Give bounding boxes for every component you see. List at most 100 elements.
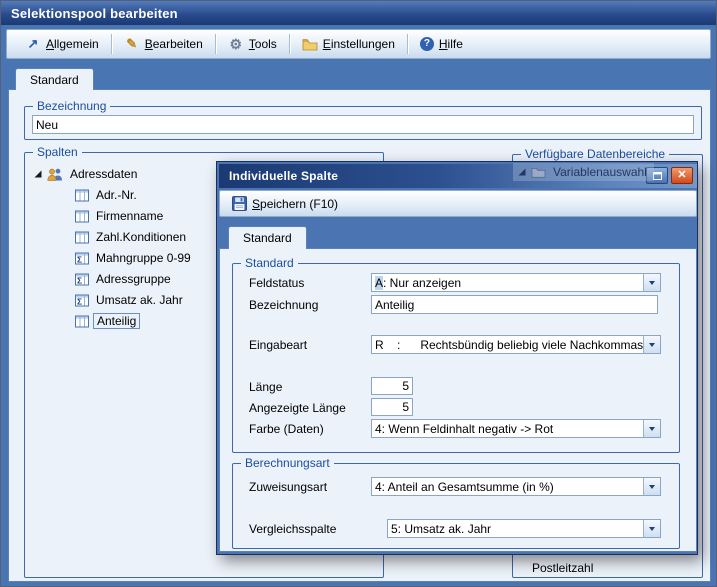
main-toolbar: ↗ Allgemein ✎ Bearbeiten ⚙ Tools Einstel… [6,29,711,59]
svg-text:Σ: Σ [77,275,82,285]
farbe-value: 4: Wenn Feldinhalt negativ -> Rot [372,420,643,437]
tree-item[interactable]: Σ Mahngruppe 0-99 [75,249,194,267]
svg-text:Σ: Σ [77,296,82,306]
zuweisungsart-label: Zuweisungsart [249,480,327,494]
chevron-down-icon [649,281,655,285]
toolbar-button-tools[interactable]: ⚙ Tools [220,33,285,56]
tree-item-label: Zahl.Konditionen [93,230,189,244]
dialog-toolbar: Speichern (F10) [219,190,697,217]
vergleichsspalte-select[interactable]: 5: Umsatz ak. Jahr [387,519,661,538]
angezeigte-laenge-label: Angezeigte Länge [249,401,346,415]
arrow-up-right-icon: ↗ [25,36,41,52]
farbe-label: Farbe (Daten) [249,422,324,436]
feldstatus-select[interactable]: A: Nur anzeigen [371,273,661,292]
table-sum-icon: Σ [75,252,89,265]
tree-item-label: Anteilig [93,313,140,329]
group-label: Bezeichnung [33,99,110,114]
tree-item-label: Postleitzahl [529,561,596,575]
zuweisungsart-value: 4: Anteil an Gesamtsumme (in %) [372,478,643,495]
tree-item[interactable]: Σ Adressgruppe [75,270,174,288]
tree-item[interactable]: Adr.-Nr. [75,186,140,204]
table-sum-icon: Σ [75,273,89,286]
window-titlebar: Selektionspool bearbeiten [1,1,716,25]
tree-root-adressdaten[interactable]: Adressdaten [33,165,140,183]
dropdown-button[interactable] [643,520,660,537]
window-icon [653,172,662,180]
tree-root-variablenauswahl[interactable]: Variablenauswahl [513,163,654,181]
bezeichnung-input[interactable] [371,295,658,314]
tab-label: Standard [243,231,292,245]
angezeigte-laenge-input[interactable] [371,398,413,416]
laenge-input[interactable] [371,377,413,395]
gear-icon: ⚙ [228,36,244,53]
tree-item[interactable]: Zahl.Konditionen [75,228,189,246]
feldstatus-label: Feldstatus [249,276,304,290]
tree-item-selected[interactable]: Anteilig [75,312,140,330]
expander-icon [517,167,527,177]
contacts-icon [47,168,63,181]
chevron-down-icon [649,427,655,431]
expander-icon[interactable] [33,169,43,179]
tree-item[interactable]: Σ Umsatz ak. Jahr [75,291,186,309]
save-button-label: Speichern (F10) [252,197,338,211]
toolbar-button-hilfe[interactable]: ? Hilfe [412,34,471,54]
table-icon [75,315,89,328]
dialog-individuelle-spalte: Individuelle Spalte ✕ [216,161,698,555]
name-input[interactable] [32,115,694,134]
tree-item-label: Mahngruppe 0-99 [93,251,194,265]
close-icon: ✕ [677,168,686,183]
toolbar-button-allgemein[interactable]: ↗ Allgemein [17,33,107,55]
toolbar-separator [215,34,216,54]
tree-item[interactable]: Firmenname [75,207,166,225]
group-label: Berechnungsart [241,456,334,471]
chevron-down-icon [649,527,655,531]
dialog-title: Individuelle Spalte [229,169,338,183]
tree-item-label: Adressgruppe [93,272,174,286]
save-button[interactable]: Speichern (F10) [224,193,346,214]
toolbar-separator [111,34,112,54]
help-icon: ? [420,37,434,51]
toolbar-button-label: Allgemein [46,37,99,51]
close-button[interactable]: ✕ [671,167,693,184]
tree-item-label: Firmenname [93,209,166,223]
eingabeart-value: R : Rechtsbündig beliebig viele Nachkomm… [372,336,643,353]
bezeichnung-label: Bezeichnung [249,298,318,312]
feldstatus-value: A: Nur anzeigen [372,274,643,291]
tab-standard-main[interactable]: Standard [15,68,94,90]
eingabeart-label: Eingabeart [249,338,307,352]
standard-group: Standard Feldstatus A: Nur anzeigen Beze… [232,263,680,453]
toolbar-button-label: Einstellungen [323,37,395,51]
group-label: Standard [241,256,298,271]
eingabeart-select[interactable]: R : Rechtsbündig beliebig viele Nachkomm… [371,335,661,354]
farbe-select[interactable]: 4: Wenn Feldinhalt negativ -> Rot [371,419,661,438]
save-floppy-icon [232,196,247,211]
vergleichsspalte-value: 5: Umsatz ak. Jahr [388,520,643,537]
tree-root-label: Adressdaten [67,167,140,181]
table-sum-icon: Σ [75,294,89,307]
chevron-down-icon [649,343,655,347]
dialog-panel: Standard Feldstatus A: Nur anzeigen Beze… [219,248,697,552]
toolbar-button-bearbeiten[interactable]: ✎ Bearbeiten [116,33,211,55]
toolbar-button-einstellungen[interactable]: Einstellungen [294,34,403,54]
vergleichsspalte-label: Vergleichsspalte [249,522,336,536]
tree-item-label: Umsatz ak. Jahr [93,293,186,307]
zuweisungsart-select[interactable]: 4: Anteil an Gesamtsumme (in %) [371,477,661,496]
tree-item-postleitzahl[interactable]: Postleitzahl [529,559,596,577]
toolbar-button-label: Tools [249,37,277,51]
tab-label: Standard [30,73,79,87]
dropdown-button[interactable] [643,274,660,291]
tree-item-label: Adr.-Nr. [93,188,140,202]
svg-text:Σ: Σ [77,254,82,264]
tab-standard-dialog[interactable]: Standard [228,226,307,249]
tree-root-label: Variablenauswahl [550,165,650,179]
berechnungsart-group: Berechnungsart Zuweisungsart 4: Anteil a… [232,463,680,549]
group-label: Verfügbare Datenbereiche [521,147,669,162]
dropdown-button[interactable] [643,336,660,353]
dropdown-button[interactable] [643,478,660,495]
toolbar-button-label: Bearbeiten [145,37,203,51]
table-icon [75,210,89,223]
toolbar-separator [407,34,408,54]
toolbar-separator [289,34,290,54]
table-icon [75,189,89,202]
dropdown-button[interactable] [643,420,660,437]
